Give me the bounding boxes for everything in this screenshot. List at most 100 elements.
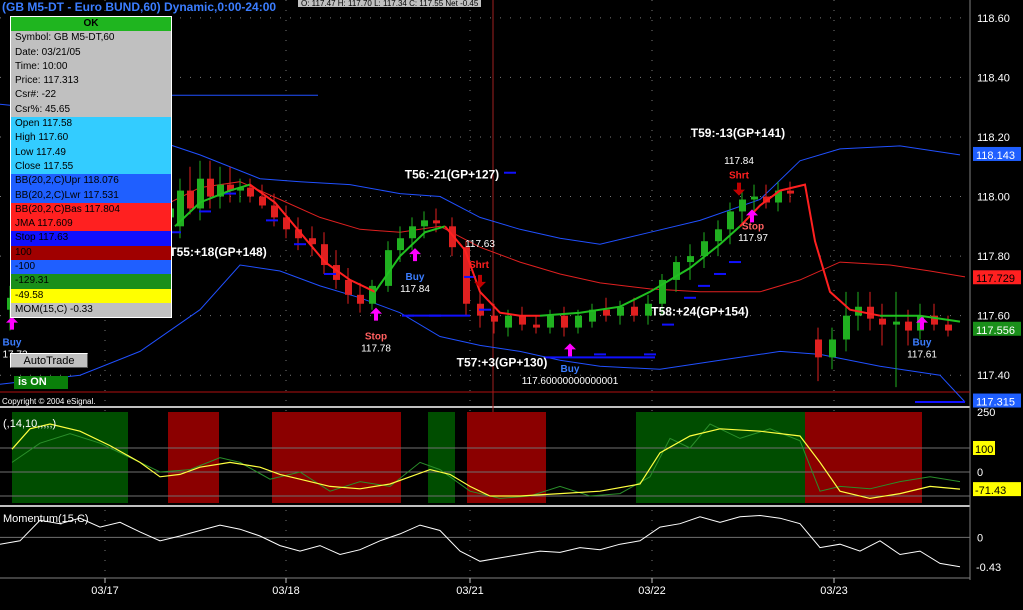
candle-body <box>271 205 278 218</box>
trade-annotation: T55:+18(GP+148) <box>169 245 266 259</box>
trade-annotation: Stop <box>742 221 764 232</box>
date-axis-label: 03/17 <box>91 585 119 597</box>
candle-body <box>207 178 214 197</box>
info-panel-row: -49.58 <box>11 288 171 303</box>
candle-body <box>259 196 266 206</box>
price-axis-tick: 118.00 <box>977 192 1010 204</box>
candle-body <box>727 211 734 230</box>
price-axis-tick: 118.40 <box>977 72 1010 84</box>
cci-region <box>805 412 922 503</box>
candle-body <box>187 190 194 209</box>
info-panel-row: Csr#: -22 <box>11 88 171 103</box>
momentum-title: Momentum(15,C) <box>3 513 89 525</box>
momentum-axis-tick: 0 <box>977 532 983 544</box>
candle-body <box>547 315 554 328</box>
candle-body <box>905 321 912 331</box>
trade-annotation: 117.78 <box>361 343 391 354</box>
candle-body <box>421 220 428 227</box>
autotrade-status: is ON <box>14 376 68 389</box>
trade-annotation: 117.63 <box>465 239 495 250</box>
trade-annotation: Buy <box>913 337 932 348</box>
info-panel-row: JMA 117.609 <box>11 217 171 232</box>
candle-body <box>357 294 364 304</box>
candle-body <box>397 238 404 251</box>
info-panel-row: 100 <box>11 245 171 261</box>
info-panel-row: -100 <box>11 260 171 275</box>
cci-title: (,14,10,,,,,) <box>3 418 56 430</box>
info-panel-header[interactable]: OK <box>11 17 171 32</box>
date-axis-label: 03/23 <box>820 585 848 597</box>
info-panel-row: -129.31 <box>11 274 171 289</box>
candle-body <box>505 315 512 328</box>
candle-body <box>879 318 886 325</box>
cci-region <box>168 412 219 503</box>
candle-body <box>945 324 952 331</box>
trade-annotation: Buy <box>3 337 22 348</box>
candle-body <box>815 339 822 358</box>
trade-annotation: T57:+3(GP+130) <box>457 355 548 369</box>
candle-body <box>533 324 540 328</box>
candle-body <box>247 187 254 197</box>
trade-annotation: T56:-21(GP+127) <box>405 168 499 182</box>
info-panel-row: Price: 117.313 <box>11 74 171 89</box>
trade-annotation: Shrt <box>729 171 750 182</box>
candle-body <box>739 199 746 212</box>
cci-region <box>636 412 805 503</box>
cci-axis-tick: 250 <box>977 407 995 419</box>
info-panel-row: BB(20,2,C)Upr 118.076 <box>11 174 171 189</box>
info-panel-row: Symbol: GB M5-DT,60 <box>11 31 171 46</box>
date-axis-label: 03/22 <box>638 585 666 597</box>
autotrade-button[interactable]: AutoTrade <box>10 353 88 368</box>
trade-annotation: 117.60000000000001 <box>522 376 619 387</box>
price-axis-tick: 117.60 <box>977 311 1010 323</box>
candle-body <box>409 226 416 239</box>
trade-annotation: T59:-13(GP+141) <box>691 126 785 140</box>
momentum-badge-value: -0.43 <box>976 562 1001 574</box>
info-panel-row: BB(20,2,C)Bas 117.804 <box>11 202 171 218</box>
price-badge-value: 118.143 <box>976 150 1015 162</box>
candle-body <box>603 309 610 316</box>
candle-body <box>715 229 722 242</box>
price-axis-tick: 117.40 <box>977 370 1010 382</box>
info-panel-row: High 117.60 <box>11 131 171 146</box>
cci-badge-value: 100 <box>975 444 993 456</box>
trade-annotation: Buy <box>561 364 580 375</box>
candle-body <box>345 279 352 295</box>
ohlc-strip: O: 117.47 H: 117.70 L: 117.34 C: 117.55 … <box>298 0 482 7</box>
candle-body <box>829 339 836 358</box>
price-badge-value: 117.556 <box>976 325 1015 337</box>
trade-annotation: Stop <box>365 331 387 342</box>
trade-annotation: 117.97 <box>738 233 768 244</box>
candle-body <box>519 315 526 325</box>
trade-annotation: 117.61 <box>907 349 937 360</box>
price-badge-value: 117.729 <box>976 273 1015 285</box>
price-axis-tick: 118.60 <box>977 13 1010 25</box>
info-panel-row: Close 117.55 <box>11 159 171 175</box>
info-panel-row: Open 117.58 <box>11 117 171 132</box>
date-axis-label: 03/21 <box>456 585 484 597</box>
info-panel-row: Date: 03/21/05 <box>11 45 171 60</box>
cci-region <box>428 412 455 503</box>
info-panel-row: Stop 117.63 <box>11 231 171 246</box>
info-panel-row: Csr%: 45.65 <box>11 102 171 118</box>
trade-annotation: 117.84 <box>724 156 754 167</box>
candle-body <box>575 315 582 328</box>
window-title: (GB M5-DT - Euro BUND,60) Dynamic,0:00-2… <box>2 0 277 14</box>
cci-axis-tick: 0 <box>977 467 983 479</box>
price-axis-tick: 117.80 <box>977 251 1010 263</box>
candle-body <box>433 220 440 224</box>
candle-body <box>751 196 758 200</box>
candle-body <box>843 315 850 340</box>
trade-annotation: Shrt <box>469 260 490 271</box>
price-axis-tick: 118.20 <box>977 132 1010 144</box>
date-axis-label: 03/18 <box>272 585 300 597</box>
info-panel-row: BB(20,2,C)Lwr 117.531 <box>11 188 171 203</box>
candle-body <box>561 315 568 328</box>
copyright-text: Copyright © 2004 eSignal. <box>2 397 96 406</box>
candle-body <box>491 315 498 322</box>
candle-body <box>787 190 794 194</box>
candle-body <box>687 256 694 263</box>
info-panel-row: Low 117.49 <box>11 145 171 160</box>
candle-body <box>631 306 638 316</box>
trade-annotation: T58:+24(GP+154) <box>651 305 748 319</box>
